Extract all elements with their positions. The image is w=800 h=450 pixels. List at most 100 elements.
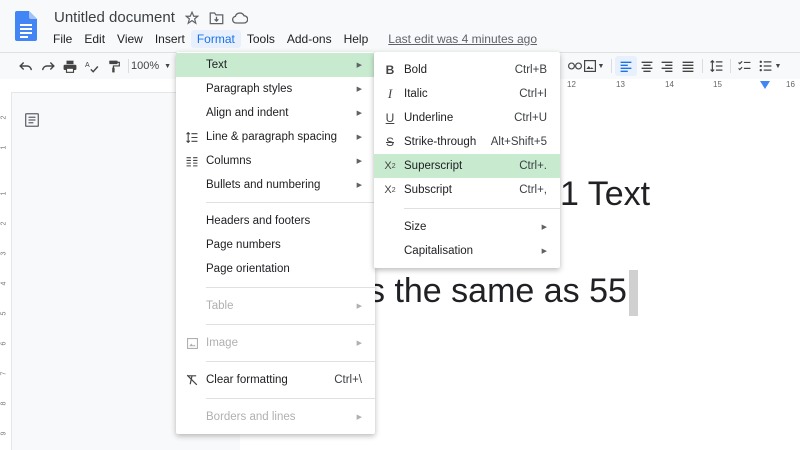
docs-logo-icon[interactable] [15,11,37,41]
text-menu-item-strikethrough[interactable]: S Strike-through Alt+Shift+5 [374,130,560,154]
menu-item-label: Paragraph styles [206,83,293,95]
menu-item-label: Size [404,221,427,233]
spellcheck-icon[interactable]: A [82,56,102,76]
menu-item-label: Strike-through [404,136,477,148]
ruler-number: 15 [713,80,722,89]
ruler-number: 4 [0,281,8,286]
ruler-number: 2 [0,115,8,120]
text-menu-item-subscript[interactable]: X2 Subscript Ctrl+, [374,178,560,202]
format-menu-item-text[interactable]: Text ▶ [176,53,375,77]
menu-item-label: Subscript [404,184,452,196]
vertical-ruler[interactable]: 2 1 1 2 3 4 5 6 7 8 9 [0,92,12,450]
menu-item-label: Table [206,300,234,312]
ruler-number: 1 [0,191,8,196]
paint-format-icon[interactable] [104,56,124,76]
menu-item-label: Align and indent [206,107,289,119]
format-menu-item-page-orientation[interactable]: Page orientation [176,257,375,281]
menu-item-label: Bold [404,64,428,76]
align-left-icon[interactable] [615,56,637,76]
menu-file[interactable]: File [47,30,78,48]
checklist-icon[interactable] [734,56,754,76]
zoom-value: 100% [130,60,160,72]
image-icon [185,336,199,350]
menu-item-label: Clear formatting [206,374,288,386]
align-right-icon[interactable] [657,56,677,76]
clear-formatting-icon [185,373,199,387]
submenu-arrow-icon: ▶ [541,248,547,255]
format-menu-item-columns[interactable]: Columns ▶ [176,149,375,173]
redo-icon[interactable] [38,56,58,76]
document-text-line[interactable]: 1 Text [560,175,650,214]
menu-insert[interactable]: Insert [149,30,191,48]
document-text-line[interactable]: s the same as 55 [368,270,639,316]
insert-image-icon[interactable]: ▼ [582,56,606,76]
undo-icon[interactable] [16,56,36,76]
text-menu-item-size[interactable]: Size ▶ [374,215,560,239]
menu-divider [404,208,560,209]
menu-view[interactable]: View [111,30,149,48]
ruler-number: 5 [0,311,8,316]
format-menu-item-page-numbers[interactable]: Page numbers [176,233,375,257]
submenu-arrow-icon: ▶ [356,110,362,117]
bulleted-list-icon[interactable]: ▼ [755,56,785,76]
align-center-icon[interactable] [637,56,657,76]
menu-item-label: Headers and footers [206,215,311,227]
menu-help[interactable]: Help [338,30,375,48]
ruler-number: 3 [0,251,8,256]
document-title[interactable]: Untitled document [54,9,175,26]
ruler-number: 13 [616,80,625,89]
text-menu-item-italic[interactable]: I Italic Ctrl+I [374,82,560,106]
move-to-folder-icon[interactable] [207,9,225,27]
menu-tools[interactable]: Tools [241,30,281,48]
submenu-arrow-icon: ▶ [356,414,362,421]
shortcut-label: Ctrl+B [514,64,547,76]
format-menu-item-align-and-indent[interactable]: Align and indent ▶ [176,101,375,125]
zoom-select[interactable]: 100% ▼ [130,56,171,76]
format-menu-item-bullets[interactable]: Bullets and numbering ▶ [176,173,375,197]
indent-marker-icon[interactable] [760,81,770,90]
ruler-number: 1 [0,145,8,150]
svg-text:A: A [85,62,90,69]
line-spacing-icon [185,130,199,144]
menu-add-ons[interactable]: Add-ons [281,30,338,48]
last-edit-link[interactable]: Last edit was 4 minutes ago [382,30,543,48]
chevron-down-icon: ▼ [597,62,605,70]
star-icon[interactable] [183,9,201,27]
line-spacing-icon[interactable] [706,56,726,76]
ruler-number: 8 [0,401,8,406]
menu-item-label: Underline [404,112,454,124]
menu-edit[interactable]: Edit [78,30,111,48]
document-outline-icon[interactable] [25,113,39,132]
text-menu-item-capitalisation[interactable]: Capitalisation ▶ [374,239,560,263]
underline-icon: U [385,111,395,125]
print-icon[interactable] [60,56,80,76]
ruler-number: 12 [567,80,576,89]
text-menu-item-bold[interactable]: B Bold Ctrl+B [374,58,560,82]
format-menu-item-clear-formatting[interactable]: Clear formatting Ctrl+\ [176,368,375,392]
submenu-arrow-icon: ▶ [356,134,362,141]
menu-item-label: Superscript [404,160,463,172]
format-menu: Text ▶ Paragraph styles ▶ Align and inde… [176,52,375,434]
italic-icon: I [387,86,393,101]
menu-format[interactable]: Format [190,30,241,48]
format-menu-item-table: Table ▶ [176,294,375,318]
text-submenu: B Bold Ctrl+B I Italic Ctrl+I U Underlin… [374,52,560,268]
text-menu-item-underline[interactable]: U Underline Ctrl+U [374,106,560,130]
shortcut-label: Ctrl+\ [334,374,362,386]
format-menu-item-line-spacing[interactable]: Line & paragraph spacing ▶ [176,125,375,149]
submenu-arrow-icon: ▶ [356,62,362,69]
menu-item-label: Columns [206,155,252,167]
justify-icon[interactable] [678,56,698,76]
format-menu-item-paragraph-styles[interactable]: Paragraph styles ▶ [176,77,375,101]
menu-divider [206,398,375,399]
submenu-arrow-icon: ▶ [356,158,362,165]
submenu-arrow-icon: ▶ [356,86,362,93]
ruler-number: 14 [665,80,674,89]
text-menu-item-superscript[interactable]: X2 Superscript Ctrl+. [374,154,560,178]
cloud-status-icon[interactable] [231,9,249,27]
submenu-arrow-icon: ▶ [356,340,362,347]
shortcut-label: Ctrl+. [519,160,547,172]
format-menu-item-headers-footers[interactable]: Headers and footers [176,209,375,233]
strikethrough-icon: S [385,135,394,149]
ruler-number: 16 [786,80,795,89]
